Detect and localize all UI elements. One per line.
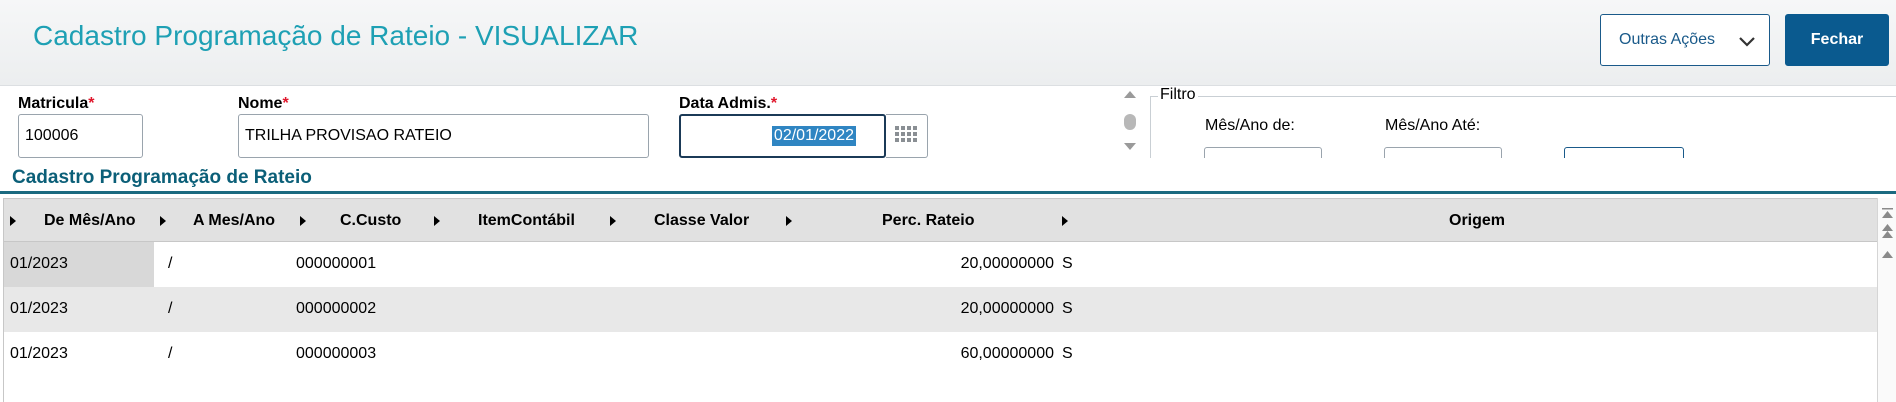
cell-de-mes-ano: 01/2023 [10, 345, 68, 362]
table-row[interactable]: 01/2023 / 000000001 20,00000000 S [4, 242, 1878, 287]
column-menu-icon[interactable] [300, 216, 306, 226]
outras-acoes-button[interactable]: Outras Ações [1600, 14, 1770, 66]
mes-ano-de-input[interactable] [1204, 147, 1322, 158]
calendar-button[interactable] [886, 114, 928, 158]
fechar-button[interactable]: Fechar [1785, 14, 1889, 66]
grid-scroll-buttons [1882, 208, 1893, 258]
column-header-classe-valor[interactable]: Classe Valor [654, 212, 749, 230]
scroll-down-icon[interactable] [1124, 143, 1136, 150]
required-mark: * [770, 95, 778, 112]
cell-c-custo: 000000001 [296, 255, 377, 272]
mes-ano-de-label: Mês/Ano de: [1205, 117, 1295, 134]
nome-field[interactable]: TRILHA PROVISAO RATEIO [238, 114, 649, 158]
data-admis-field[interactable]: 02/01/2022 [679, 114, 886, 158]
matricula-field[interactable]: 100006 [18, 114, 143, 158]
nome-label-text: Nome [238, 95, 283, 112]
mes-ano-ate-input[interactable] [1384, 147, 1502, 158]
scroll-top-icon[interactable] [1882, 208, 1893, 218]
cell-perc-rateio: 60,00000000 [960, 345, 1054, 362]
column-menu-icon[interactable] [1062, 216, 1068, 226]
column-header-perc-rateio[interactable]: Perc. Rateio [882, 212, 974, 230]
data-admis-value: 02/01/2022 [771, 126, 856, 146]
filtro-legend: Filtro [1158, 86, 1198, 104]
column-menu-icon[interactable] [786, 216, 792, 226]
section-title: Cadastro Programação de Rateio [12, 167, 312, 188]
data-admis-label: Data Admis.* [679, 95, 777, 113]
mes-ano-ate-label: Mês/Ano Até: [1385, 117, 1481, 134]
column-menu-icon[interactable] [610, 216, 616, 226]
grid-header: De Mês/Ano A Mes/Ano C.Custo ItemContábi… [4, 198, 1878, 242]
table-row[interactable]: 01/2023 / 000000003 60,00000000 S [4, 332, 1878, 377]
column-header-a-mes-ano[interactable]: A Mes/Ano [193, 212, 275, 230]
data-admis-label-text: Data Admis. [679, 95, 771, 112]
atualizar-filtro-button[interactable] [1564, 147, 1684, 158]
nome-value: TRILHA PROVISAO RATEIO [245, 127, 452, 144]
cell-c-custo: 000000002 [296, 300, 377, 317]
scroll-thumb[interactable] [1124, 114, 1136, 130]
required-mark: * [88, 95, 95, 112]
nome-label: Nome* [238, 95, 289, 113]
column-menu-icon[interactable] [434, 216, 440, 226]
cell-origem: S [1062, 255, 1073, 272]
outras-acoes-label: Outras Ações [1619, 31, 1716, 48]
matricula-value: 100006 [25, 127, 79, 144]
cell-origem: S [1062, 300, 1073, 317]
cell-de-mes-ano: 01/2023 [10, 255, 68, 272]
matricula-label-text: Matricula [18, 95, 89, 112]
column-header-origem[interactable]: Origem [1449, 212, 1505, 230]
cell-perc-rateio: 20,00000000 [960, 300, 1054, 317]
required-mark: * [282, 95, 289, 112]
cell-a-mes-ano: / [168, 300, 173, 317]
section-divider [0, 191, 1896, 194]
calendar-icon [894, 126, 917, 142]
grid-scrollbar[interactable] [1877, 198, 1896, 402]
table-row[interactable]: 01/2023 / 000000002 20,00000000 S [4, 287, 1878, 332]
scroll-up-icon[interactable] [1882, 251, 1893, 258]
matricula-label: Matricula* [18, 95, 94, 113]
scroll-up-icon[interactable] [1124, 91, 1136, 98]
column-menu-icon[interactable] [160, 216, 166, 226]
column-header-de-mes-ano[interactable]: De Mês/Ano [44, 212, 136, 230]
cell-c-custo: 000000003 [296, 345, 377, 362]
cell-a-mes-ano: / [168, 255, 173, 272]
panel-scrollbar[interactable] [1120, 88, 1140, 158]
page-header: Cadastro Programação de Rateio - VISUALI… [0, 0, 1896, 86]
cell-origem: S [1062, 345, 1073, 362]
page-title: Cadastro Programação de Rateio - VISUALI… [33, 20, 639, 51]
cell-perc-rateio: 20,00000000 [960, 255, 1054, 272]
filtro-panel: Mês/Ano de: Mês/Ano Até: [1150, 96, 1896, 158]
column-header-item-contabil[interactable]: ItemContábil [478, 212, 575, 230]
scroll-page-up-icon[interactable] [1882, 224, 1893, 238]
column-menu-icon[interactable] [10, 216, 16, 226]
rateio-grid: De Mês/Ano A Mes/Ano C.Custo ItemContábi… [3, 198, 1878, 402]
column-header-c-custo[interactable]: C.Custo [340, 212, 401, 230]
cell-a-mes-ano: / [168, 345, 173, 362]
cell-de-mes-ano: 01/2023 [10, 300, 68, 317]
chevron-down-icon [1739, 37, 1755, 47]
